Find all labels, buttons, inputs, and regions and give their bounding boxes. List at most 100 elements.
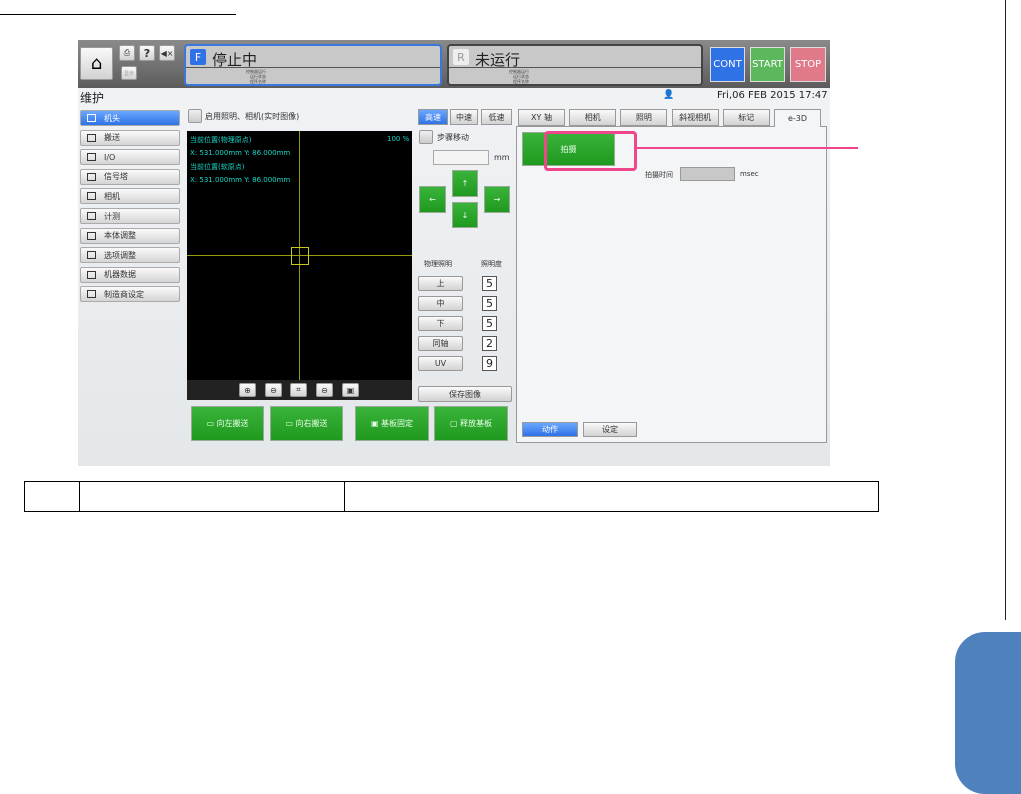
transport-right-button[interactable]: ▭ 向右搬送: [270, 406, 343, 441]
action-button[interactable]: 动作: [522, 422, 578, 437]
jog-down-button[interactable]: ↓: [452, 202, 478, 228]
capture-time-input[interactable]: [680, 167, 735, 181]
pos1-label: 当前位置(物理原点): [190, 136, 252, 144]
datetime: Fri,06 FEB 2015 17:47: [717, 90, 828, 101]
board-fix-button[interactable]: ▣ 基板固定: [355, 406, 429, 441]
sidebar-item-label: 机头: [104, 113, 120, 123]
camera-view[interactable]: 当前位置(物理原点) X: 531.000mm Y: 86.000mm 当前位置…: [187, 131, 412, 380]
zoom-level: 100 %: [387, 135, 410, 143]
header-bar: ⌂ ⎙ ? ◀× 显示 F 停止中 控制器运行 运行状态 程序名称 R 未运行 控制…: [78, 40, 830, 88]
save-image-button[interactable]: 保存图像: [418, 386, 512, 402]
tab-4[interactable]: 标记: [722, 109, 770, 126]
tab-3[interactable]: 斜视相机: [671, 109, 719, 126]
pos2-value: X: 531.000mm Y: 86.000mm: [190, 176, 291, 184]
margin-rule: [1005, 0, 1006, 620]
jog-up-button[interactable]: ↑: [452, 170, 478, 197]
sidebar-item-icon: [87, 133, 96, 142]
sidebar-item[interactable]: 机头: [80, 110, 180, 126]
stop-button[interactable]: STOP: [790, 47, 826, 82]
sidebar-item-icon: [87, 212, 96, 220]
caption-cell: [344, 481, 879, 512]
highlight-box: [544, 131, 637, 171]
sidebar-item[interactable]: I/O: [80, 149, 180, 166]
sidebar-item-label: 信号塔: [104, 172, 128, 182]
sidebar-item-label: 选项调整: [104, 250, 136, 260]
caption-table: [24, 481, 879, 512]
enable-camera-checkbox[interactable]: [188, 109, 202, 123]
arrow-left-icon: ▭: [206, 419, 217, 428]
settings-button[interactable]: 设定: [583, 422, 637, 437]
sidebar-item[interactable]: 本体调整: [80, 227, 180, 244]
arrow-left-icon: ←: [429, 195, 436, 204]
light-button[interactable]: 下: [418, 316, 463, 331]
app-screenshot: ⌂ ⎙ ? ◀× 显示 F 停止中 控制器运行 运行状态 程序名称 R 未运行 控制…: [78, 40, 830, 466]
camera-toolbar: ⊕ ⊖ ⌗ ⊖ ▣: [187, 380, 412, 400]
arrow-right-icon: →: [493, 195, 501, 204]
snapshot-button[interactable]: ▣: [342, 383, 359, 397]
front-status-panel: F 停止中 控制器运行 运行状态 程序名称: [184, 44, 442, 86]
rear-badge: R: [453, 49, 469, 65]
sidebar-item[interactable]: 选项调整: [80, 247, 180, 264]
zoom-reset-icon: ⊖: [321, 385, 328, 395]
sidebar-item-icon: [87, 290, 96, 299]
jog-right-button[interactable]: →: [484, 186, 510, 213]
crosshair-box: [291, 247, 309, 265]
user-icon: 👤: [663, 90, 675, 100]
speed-mid-button[interactable]: 中速: [450, 109, 478, 125]
speed-high-button[interactable]: 高速: [418, 109, 448, 125]
step-move-label: 步骤移动: [437, 133, 469, 142]
light-button[interactable]: 同轴: [418, 336, 463, 351]
arrow-up-icon: ↑: [461, 179, 469, 188]
sidebar-item-label: 相机: [104, 191, 120, 201]
arrow-down-icon: ↓: [461, 210, 469, 220]
speed-low-button[interactable]: 低速: [481, 109, 512, 125]
cont-button[interactable]: CONT: [710, 47, 745, 82]
front-badge: F: [190, 49, 206, 65]
brightness-label: 照明度: [481, 260, 502, 268]
light-brightness-value[interactable]: 9: [482, 356, 497, 371]
zoom-in-button[interactable]: ⊕: [239, 383, 256, 397]
tab-2[interactable]: 照明: [620, 109, 668, 126]
zoom-reset-button[interactable]: ⊖: [316, 383, 333, 397]
help-button[interactable]: ?: [139, 45, 155, 61]
page-title: 维护: [80, 91, 105, 105]
chapter-tab: [955, 632, 1021, 794]
pos2-label: 当前位置(软原点): [190, 163, 245, 171]
light-brightness-value[interactable]: 5: [482, 296, 497, 311]
sidebar-item-label: 本体调整: [104, 231, 136, 241]
jog-left-button[interactable]: ←: [419, 186, 446, 213]
sidebar-item-label: 搬送: [104, 133, 120, 143]
fit-button[interactable]: ⌗: [290, 383, 307, 397]
light-button[interactable]: 中: [418, 296, 463, 311]
front-sub: 控制器运行 运行状态 程序名称: [246, 69, 266, 84]
zoom-out-icon: ⊖: [270, 385, 277, 395]
sidebar-item[interactable]: 机器数据: [80, 266, 180, 283]
sidebar-item[interactable]: 搬送: [80, 129, 180, 146]
step-move-checkbox[interactable]: [419, 130, 433, 144]
sidebar-item[interactable]: 相机: [80, 188, 180, 205]
translate-icon: ⎙: [123, 48, 131, 57]
transport-left-button[interactable]: ▭ 向左搬送: [191, 406, 264, 441]
light-button[interactable]: UV: [418, 356, 463, 371]
sidebar-item[interactable]: 计测: [80, 208, 180, 224]
tab-0[interactable]: XY 轴: [518, 109, 565, 126]
sidebar-item-icon: [87, 153, 96, 162]
light-brightness-value[interactable]: 5: [482, 276, 497, 291]
home-button[interactable]: ⌂: [80, 47, 113, 80]
tab-1[interactable]: 相机: [569, 109, 617, 126]
board-release-button[interactable]: ▢ 释放基板: [434, 406, 508, 441]
start-button[interactable]: START: [750, 47, 785, 82]
sound-button[interactable]: ◀×: [159, 45, 175, 61]
sidebar-item[interactable]: 制造商设定: [80, 286, 180, 303]
display-button[interactable]: 显示: [121, 66, 137, 80]
light-brightness-value[interactable]: 5: [482, 316, 497, 331]
zoom-out-button[interactable]: ⊖: [265, 383, 282, 397]
language-button[interactable]: ⎙: [119, 45, 135, 61]
light-button[interactable]: 上: [418, 276, 463, 291]
step-distance-input[interactable]: [433, 150, 489, 165]
arrow-right-icon: ▭: [285, 419, 296, 428]
tab-5[interactable]: e-3D: [774, 109, 821, 127]
light-brightness-value[interactable]: 2: [482, 336, 497, 351]
sidebar-item[interactable]: 信号塔: [80, 168, 180, 185]
rear-status-panel: R 未运行 控制器运行 运行状态 程序名称: [447, 44, 703, 86]
